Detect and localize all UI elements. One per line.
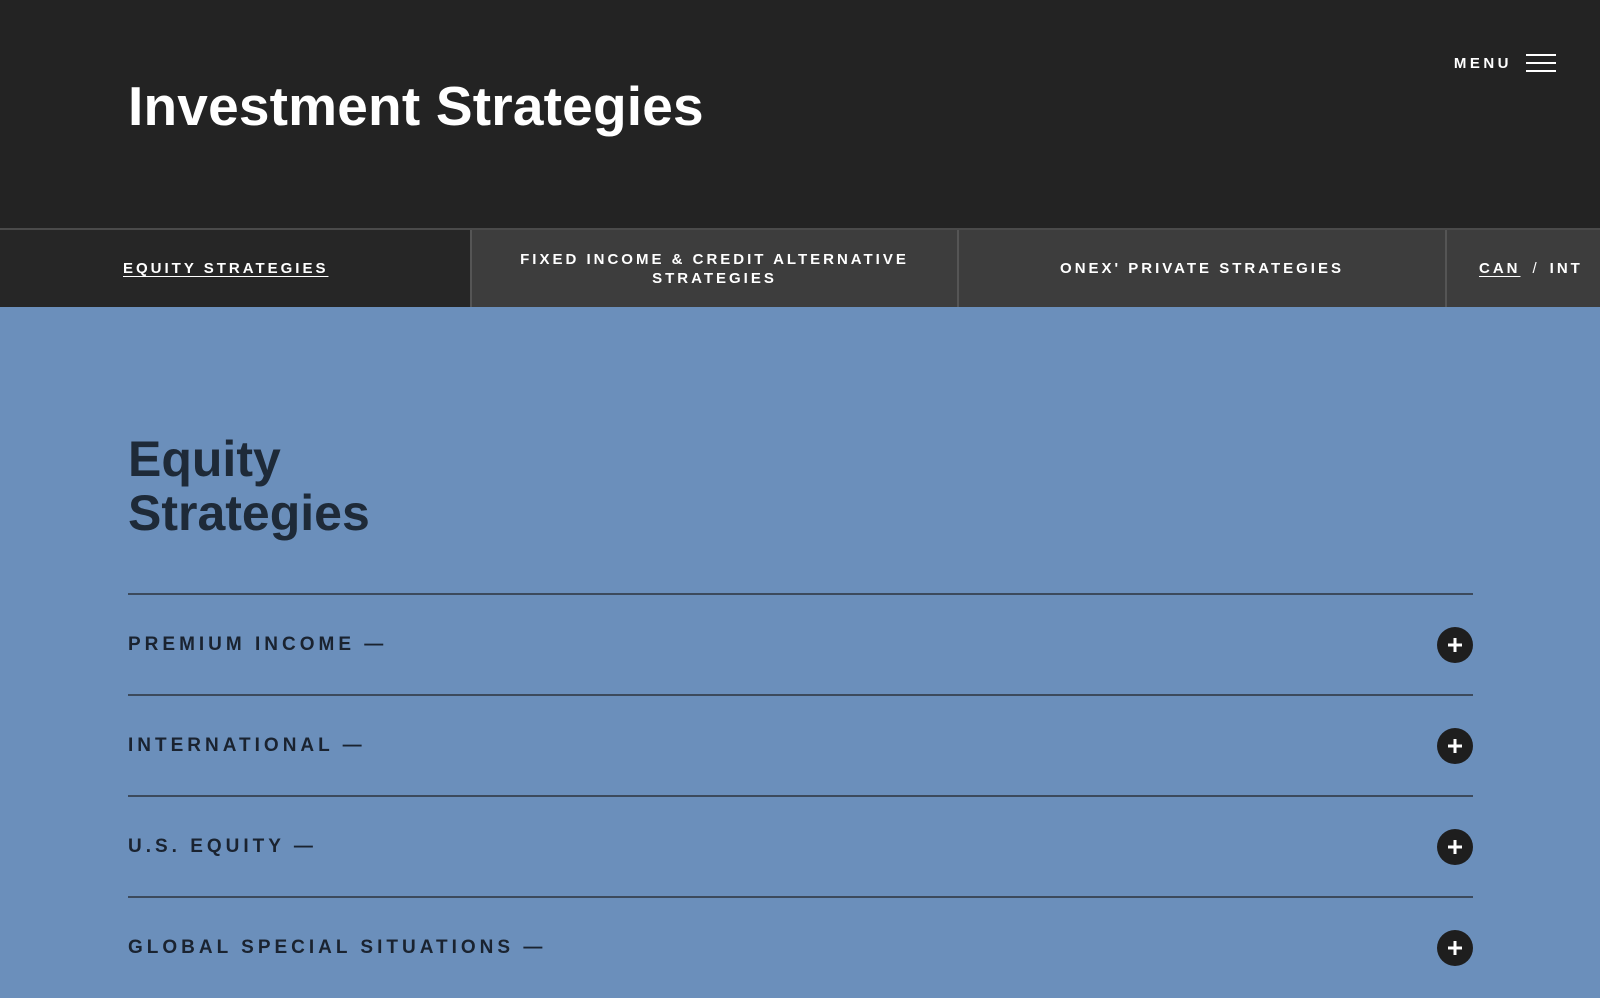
page-title: Investment Strategies xyxy=(128,75,704,137)
plus-icon[interactable] xyxy=(1437,727,1473,764)
tab-onex-private-strategies[interactable]: ONEX' PRIVATE STRATEGIES xyxy=(959,230,1447,307)
tab-equity-strategies[interactable]: EQUITY STRATEGIES xyxy=(0,230,472,307)
plus-icon[interactable] xyxy=(1437,626,1473,663)
strategy-tabs: EQUITY STRATEGIES FIXED INCOME & CREDIT … xyxy=(0,228,1600,307)
accordion-label: GLOBAL SPECIAL SITUATIONS — xyxy=(128,936,547,958)
region-switcher: CAN / INT xyxy=(1447,230,1600,307)
accordion-item-international[interactable]: INTERNATIONAL — xyxy=(128,694,1473,795)
accordion-label: INTERNATIONAL — xyxy=(128,734,366,756)
accordion-item-premium-income[interactable]: PREMIUM INCOME — xyxy=(128,593,1473,694)
region-separator: / xyxy=(1532,260,1540,277)
hamburger-icon xyxy=(1526,52,1556,74)
strategy-accordion: PREMIUM INCOME — INTERNATIONAL — U.S. EQ… xyxy=(128,593,1473,997)
section-title-line2: Strategies xyxy=(128,485,370,541)
accordion-item-us-equity[interactable]: U.S. EQUITY — xyxy=(128,795,1473,896)
accordion-item-global-special-situations[interactable]: GLOBAL SPECIAL SITUATIONS — xyxy=(128,896,1473,997)
menu-label: MENU xyxy=(1453,54,1512,72)
section-title: Equity Strategies xyxy=(128,432,488,540)
section-title-line1: Equity xyxy=(128,431,281,487)
region-int-link[interactable]: INT xyxy=(1550,259,1583,278)
site-header: Investment Strategies MENU xyxy=(0,0,1600,228)
plus-icon[interactable] xyxy=(1437,929,1473,966)
menu-button[interactable]: MENU xyxy=(1454,52,1556,74)
region-can-link[interactable]: CAN xyxy=(1479,259,1521,278)
accordion-label: PREMIUM INCOME — xyxy=(128,633,388,655)
tab-fixed-income-credit[interactable]: FIXED INCOME & CREDIT ALTERNATIVE STRATE… xyxy=(472,230,959,307)
plus-icon[interactable] xyxy=(1437,828,1473,865)
accordion-label: U.S. EQUITY — xyxy=(128,835,317,857)
